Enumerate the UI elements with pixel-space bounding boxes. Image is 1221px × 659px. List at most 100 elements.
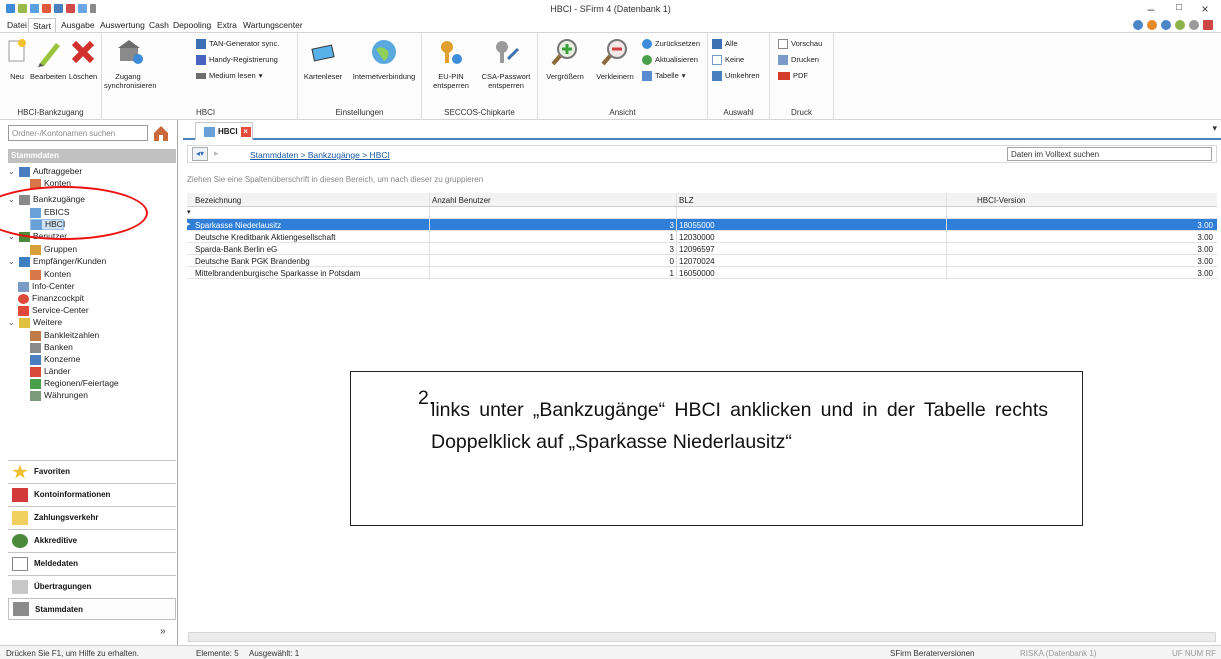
tree-gruppen[interactable]: Gruppen: [30, 244, 77, 255]
invert-selection-button[interactable]: Umkehren: [712, 69, 760, 82]
chat-icon[interactable]: [1189, 20, 1199, 30]
tab-list-dropdown-icon[interactable]: ▾: [1212, 123, 1217, 134]
cell-blz[interactable]: 12030000: [677, 231, 947, 242]
filter-row[interactable]: ▾: [187, 207, 1217, 219]
handy-registration-button[interactable]: Handy-Registrierung: [196, 53, 278, 66]
tree-banken[interactable]: Banken: [30, 342, 73, 353]
home-search-button[interactable]: [152, 123, 170, 143]
cell-blz[interactable]: 12096597: [677, 243, 947, 254]
minimize-button[interactable]: –: [1141, 2, 1161, 16]
tree-info-center[interactable]: Info-Center: [18, 281, 75, 292]
info-icon[interactable]: [1161, 20, 1171, 30]
flag-icon[interactable]: [1203, 20, 1213, 30]
zoom-out-button[interactable]: Verkleinern: [592, 37, 638, 81]
collapse-icon[interactable]: ⌄: [8, 317, 16, 328]
back-button[interactable]: ◂▾: [192, 147, 208, 161]
table-row[interactable]: Mittelbrandenburgische Sparkasse in Pots…: [187, 267, 1217, 279]
cell-blz[interactable]: 18055000: [677, 219, 947, 230]
fulltext-search-input[interactable]: Daten im Volltext suchen: [1007, 147, 1212, 161]
collapse-icon[interactable]: ⌄: [8, 256, 16, 267]
refresh-button[interactable]: Aktualisieren: [642, 53, 698, 66]
nav-kontoinformationen[interactable]: Kontoinformationen: [8, 483, 176, 505]
tab-ausgabe[interactable]: Ausgabe: [58, 20, 98, 30]
column-anzahl-benutzer[interactable]: Anzahl Benutzer: [430, 193, 677, 206]
collapse-ribbon-icon[interactable]: [1133, 20, 1143, 30]
table-button[interactable]: Tabelle ▾: [642, 69, 686, 82]
nav-zahlungsverkehr[interactable]: Zahlungsverkehr: [8, 506, 176, 528]
csa-password-button[interactable]: CSA-Passwort entsperren: [476, 37, 536, 90]
tab-depooling[interactable]: Depooling: [170, 20, 214, 30]
cell-bezeichnung[interactable]: Deutsche Bank PGK Brandenbg: [193, 255, 430, 266]
cell-version[interactable]: 3.00: [947, 255, 1217, 266]
column-bezeichnung[interactable]: Bezeichnung: [193, 193, 430, 206]
update-icon[interactable]: [1175, 20, 1185, 30]
print-button[interactable]: Drucken: [778, 53, 819, 66]
tree-konzerne[interactable]: Konzerne: [30, 354, 80, 365]
nav-expand-icon[interactable]: »: [160, 626, 166, 637]
cell-version[interactable]: 3.00: [947, 243, 1217, 254]
cell-version[interactable]: 3.00: [947, 267, 1217, 278]
close-tab-icon[interactable]: ×: [240, 126, 251, 137]
cell-anzahl[interactable]: 3: [430, 243, 677, 254]
nav-meldedaten[interactable]: Meldedaten: [8, 552, 176, 574]
cell-bezeichnung[interactable]: Mittelbrandenburgische Sparkasse in Pots…: [193, 267, 430, 278]
nav-favoriten[interactable]: Favoriten: [8, 460, 176, 482]
cell-version[interactable]: 3.00: [947, 219, 1217, 230]
cell-anzahl[interactable]: 1: [430, 231, 677, 242]
nav-stammdaten[interactable]: Stammdaten: [8, 598, 176, 620]
select-none-button[interactable]: Keine: [712, 53, 744, 66]
tab-start[interactable]: Start: [28, 18, 56, 32]
cell-bezeichnung[interactable]: Deutsche Kreditbank Aktiengesellschaft: [193, 231, 430, 242]
cell-blz[interactable]: 16050000: [677, 267, 947, 278]
column-blz[interactable]: BLZ: [677, 193, 947, 206]
internet-connection-button[interactable]: Internetverbindung: [348, 37, 420, 81]
tree-regionen[interactable]: Regionen/Feiertage: [30, 378, 119, 389]
tan-generator-button[interactable]: TAN-Generator sync.: [196, 37, 279, 50]
tree-auftraggeber[interactable]: ⌄ Auftraggeber: [8, 166, 82, 177]
tab-wartungscenter[interactable]: Wartungscenter: [240, 20, 306, 30]
tree-empfaenger-konten[interactable]: Konten: [30, 269, 71, 280]
cell-anzahl[interactable]: 3: [430, 219, 677, 230]
close-button[interactable]: ×: [1195, 2, 1215, 16]
select-all-button[interactable]: Alle: [712, 37, 738, 50]
tab-extra[interactable]: Extra: [214, 20, 240, 30]
tree-weitere[interactable]: ⌄ Weitere: [8, 317, 62, 328]
cell-anzahl[interactable]: 0: [430, 255, 677, 266]
edit-button[interactable]: Bearbeiten: [30, 37, 66, 81]
tree-service-center[interactable]: Service-Center: [18, 305, 89, 316]
cell-version[interactable]: 3.00: [947, 231, 1217, 242]
new-button[interactable]: Neu: [6, 37, 28, 81]
column-hbci-version[interactable]: HBCI-Version: [947, 193, 1217, 206]
delete-button[interactable]: Löschen: [68, 37, 98, 81]
eu-pin-button[interactable]: EU-PIN entsperren: [426, 37, 476, 90]
cell-bezeichnung[interactable]: Sparkasse Niederlausitz: [193, 219, 430, 230]
forward-button[interactable]: ▸: [214, 148, 219, 159]
cell-anzahl[interactable]: 1: [430, 267, 677, 278]
collapse-icon[interactable]: ⌄: [8, 166, 16, 177]
read-medium-button[interactable]: Medium lesen ▾: [196, 69, 262, 82]
tree-bankleitzahlen[interactable]: Bankleitzahlen: [30, 330, 99, 341]
tab-cash[interactable]: Cash: [146, 20, 172, 30]
tree-laender[interactable]: Länder: [30, 366, 70, 377]
table-row[interactable]: Deutsche Bank PGK Brandenbg 0 12070024 3…: [187, 255, 1217, 267]
tree-empfaenger[interactable]: ⌄ Empfänger/Kunden: [8, 256, 106, 267]
tab-datei[interactable]: Datei: [4, 20, 30, 30]
folder-search-input[interactable]: Ordner-/Kontonamen suchen: [8, 125, 148, 141]
table-row[interactable]: Deutsche Kreditbank Aktiengesellschaft 1…: [187, 231, 1217, 243]
table-row[interactable]: Sparda-Bank Berlin eG 3 12096597 3.00: [187, 243, 1217, 255]
pdf-button[interactable]: PDF: [778, 69, 808, 82]
zoom-in-button[interactable]: Vergrößern: [540, 37, 590, 81]
reset-button[interactable]: Zurücksetzen: [642, 37, 700, 50]
group-by-hint[interactable]: Ziehen Sie eine Spaltenüberschrift in di…: [187, 175, 483, 184]
card-reader-button[interactable]: Kartenleser: [300, 37, 346, 81]
preview-button[interactable]: Vorschau: [778, 37, 822, 50]
cell-bezeichnung[interactable]: Sparda-Bank Berlin eG: [193, 243, 430, 254]
sync-access-button[interactable]: Zugang synchronisieren: [104, 37, 157, 90]
maximize-button[interactable]: □: [1169, 2, 1189, 13]
table-row[interactable]: ▸ Sparkasse Niederlausitz 3 18055000 3.0…: [187, 219, 1217, 231]
breadcrumb[interactable]: Stammdaten > Bankzugänge > HBCI: [250, 150, 390, 160]
tab-auswertung[interactable]: Auswertung: [97, 20, 148, 30]
horizontal-scrollbar[interactable]: [188, 632, 1216, 642]
nav-akkreditive[interactable]: Akkreditive: [8, 529, 176, 551]
help-icon[interactable]: [1147, 20, 1157, 30]
